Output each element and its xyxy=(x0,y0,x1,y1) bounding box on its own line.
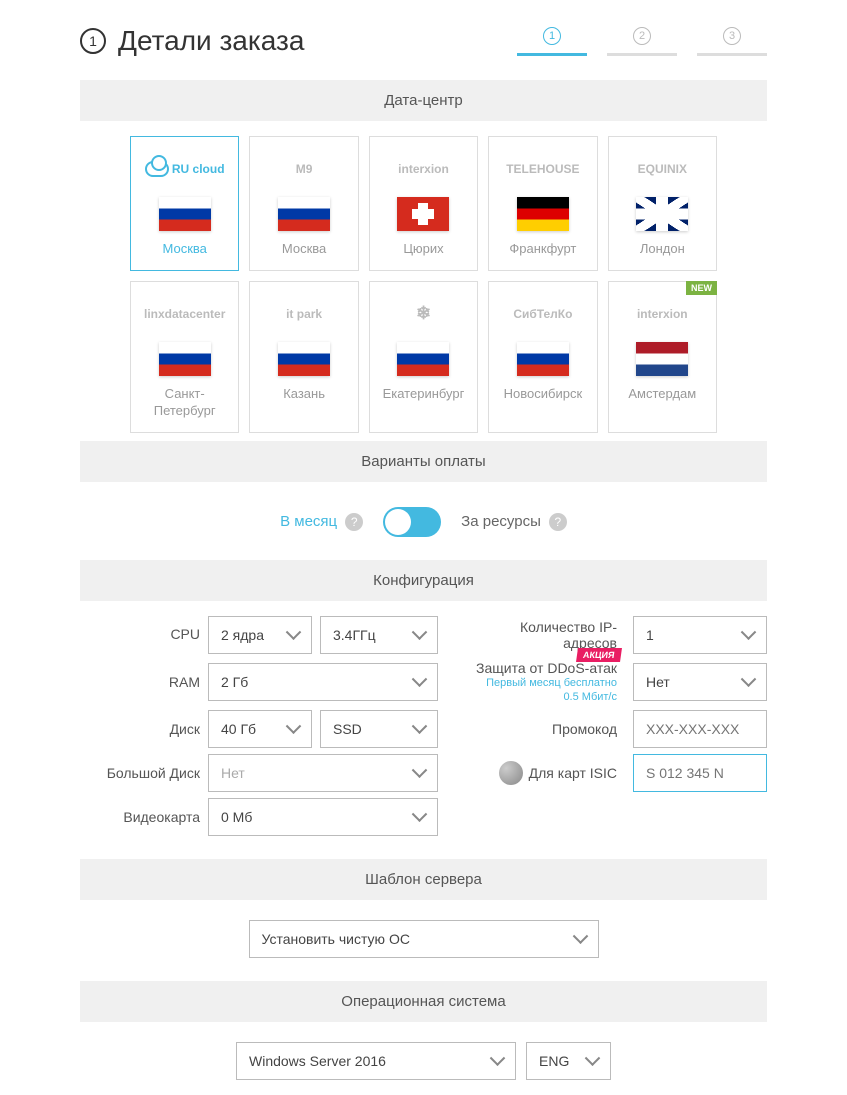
section-config: Конфигурация xyxy=(80,560,767,601)
flag-ru-icon xyxy=(159,197,211,231)
template-select[interactable]: Установить чистую ОС xyxy=(249,920,599,958)
help-icon[interactable]: ? xyxy=(345,513,363,531)
ip-label: Количество IP-адресов xyxy=(468,619,625,651)
dc-city: Казань xyxy=(256,386,351,403)
ip-select[interactable]: 1 xyxy=(633,616,767,654)
promo-badge: АКЦИЯ xyxy=(577,648,622,662)
dc-card-amsterdam[interactable]: NEW interxion Амстердам xyxy=(608,281,717,433)
dc-card-spb[interactable]: linxdatacenter Санкт-Петербург xyxy=(130,281,239,433)
section-payment: Варианты оплаты xyxy=(80,441,767,482)
dc-card-ekb[interactable]: ❄ Екатеринбург xyxy=(369,281,478,433)
datacenter-grid: RU cloud Москва М9 Москва interxion Цюри… xyxy=(80,136,767,433)
bigdisk-label: Большой Диск xyxy=(80,765,200,782)
gpu-select[interactable]: 0 Мб xyxy=(208,798,438,836)
help-icon[interactable]: ? xyxy=(549,513,567,531)
disk-type-select[interactable]: SSD xyxy=(320,710,438,748)
page-title: Детали заказа xyxy=(118,25,304,57)
step-badge: 1 xyxy=(80,28,106,54)
ddos-sub2: 0.5 Мбит/с xyxy=(468,690,617,704)
section-os: Операционная система xyxy=(80,981,767,1022)
toggle-knob xyxy=(385,509,411,535)
isic-input[interactable] xyxy=(633,754,767,792)
new-badge: NEW xyxy=(686,281,717,295)
header: 1 Детали заказа 1 2 3 xyxy=(80,0,767,72)
ddos-sub1: Первый месяц бесплатно xyxy=(468,676,617,690)
dc-card-frankfurt[interactable]: TELEHOUSE Франкфурт xyxy=(488,136,597,271)
promo-label: Промокод xyxy=(468,721,625,737)
payment-toggle[interactable] xyxy=(383,507,441,537)
dc-logo: СибТелКо xyxy=(495,300,590,328)
ram-select[interactable]: 2 Гб xyxy=(208,663,438,701)
dc-card-novosibirsk[interactable]: СибТелКо Новосибирск xyxy=(488,281,597,433)
cpu-label: CPU xyxy=(80,626,200,643)
flag-ru-icon xyxy=(278,197,330,231)
bigdisk-select[interactable]: Нет xyxy=(208,754,438,792)
dc-city: Амстердам xyxy=(615,386,710,403)
dc-logo: RU cloud xyxy=(137,155,232,183)
disk-size-select[interactable]: 40 Гб xyxy=(208,710,312,748)
step-tab-3[interactable]: 3 xyxy=(697,27,767,56)
ddos-label: Защита от DDoS-атак xyxy=(468,660,617,676)
dc-card-kazan[interactable]: it park Казань xyxy=(249,281,358,433)
snowflake-icon: ❄ xyxy=(376,300,471,328)
flag-ru-icon xyxy=(159,342,211,376)
flag-ru-icon xyxy=(517,342,569,376)
dc-logo: it park xyxy=(256,300,351,328)
isic-icon xyxy=(499,761,523,785)
dc-logo: linxdatacenter xyxy=(137,300,232,328)
promo-input[interactable] xyxy=(633,710,767,748)
dc-city: Цюрих xyxy=(376,241,471,258)
step-tabs: 1 2 3 xyxy=(517,27,767,56)
dc-city: Санкт-Петербург xyxy=(137,386,232,420)
flag-de-icon xyxy=(517,197,569,231)
flag-uk-icon xyxy=(636,197,688,231)
dc-city: Франкфурт xyxy=(495,241,590,258)
dc-city: Новосибирск xyxy=(495,386,590,403)
gpu-label: Видеокарта xyxy=(80,809,200,826)
step-tab-2[interactable]: 2 xyxy=(607,27,677,56)
dc-logo: interxion xyxy=(615,300,710,328)
flag-nl-icon xyxy=(636,342,688,376)
dc-city: Екатеринбург xyxy=(376,386,471,403)
ram-label: RAM xyxy=(80,674,200,691)
os-lang-select[interactable]: ENG xyxy=(526,1042,611,1080)
dc-city: Москва xyxy=(256,241,351,258)
dc-logo: М9 xyxy=(256,155,351,183)
section-template: Шаблон сервера xyxy=(80,859,767,900)
dc-logo: interxion xyxy=(376,155,471,183)
disk-label: Диск xyxy=(80,721,200,738)
flag-ru-icon xyxy=(278,342,330,376)
dc-city: Москва xyxy=(137,241,232,258)
flag-ru-icon xyxy=(397,342,449,376)
dc-city: Лондон xyxy=(615,241,710,258)
dc-logo: TELEHOUSE xyxy=(495,155,590,183)
dc-card-zurich[interactable]: interxion Цюрих xyxy=(369,136,478,271)
cpu-cores-select[interactable]: 2 ядра xyxy=(208,616,312,654)
section-datacenter: Дата-центр xyxy=(80,80,767,121)
os-select[interactable]: Windows Server 2016 xyxy=(236,1042,516,1080)
payment-resources[interactable]: За ресурсы ? xyxy=(461,513,567,531)
dc-card-london[interactable]: EQUINIX Лондон xyxy=(608,136,717,271)
cpu-freq-select[interactable]: 3.4ГГц xyxy=(320,616,438,654)
ddos-select[interactable]: Нет xyxy=(633,663,767,701)
dc-card-moscow-m9[interactable]: М9 Москва xyxy=(249,136,358,271)
dc-card-moscow-rucloud[interactable]: RU cloud Москва xyxy=(130,136,239,271)
step-tab-1[interactable]: 1 xyxy=(517,27,587,56)
payment-monthly[interactable]: В месяц ? xyxy=(280,513,363,531)
flag-ch-icon xyxy=(397,197,449,231)
isic-label: Для карт ISIC xyxy=(529,765,617,781)
dc-logo: EQUINIX xyxy=(615,155,710,183)
